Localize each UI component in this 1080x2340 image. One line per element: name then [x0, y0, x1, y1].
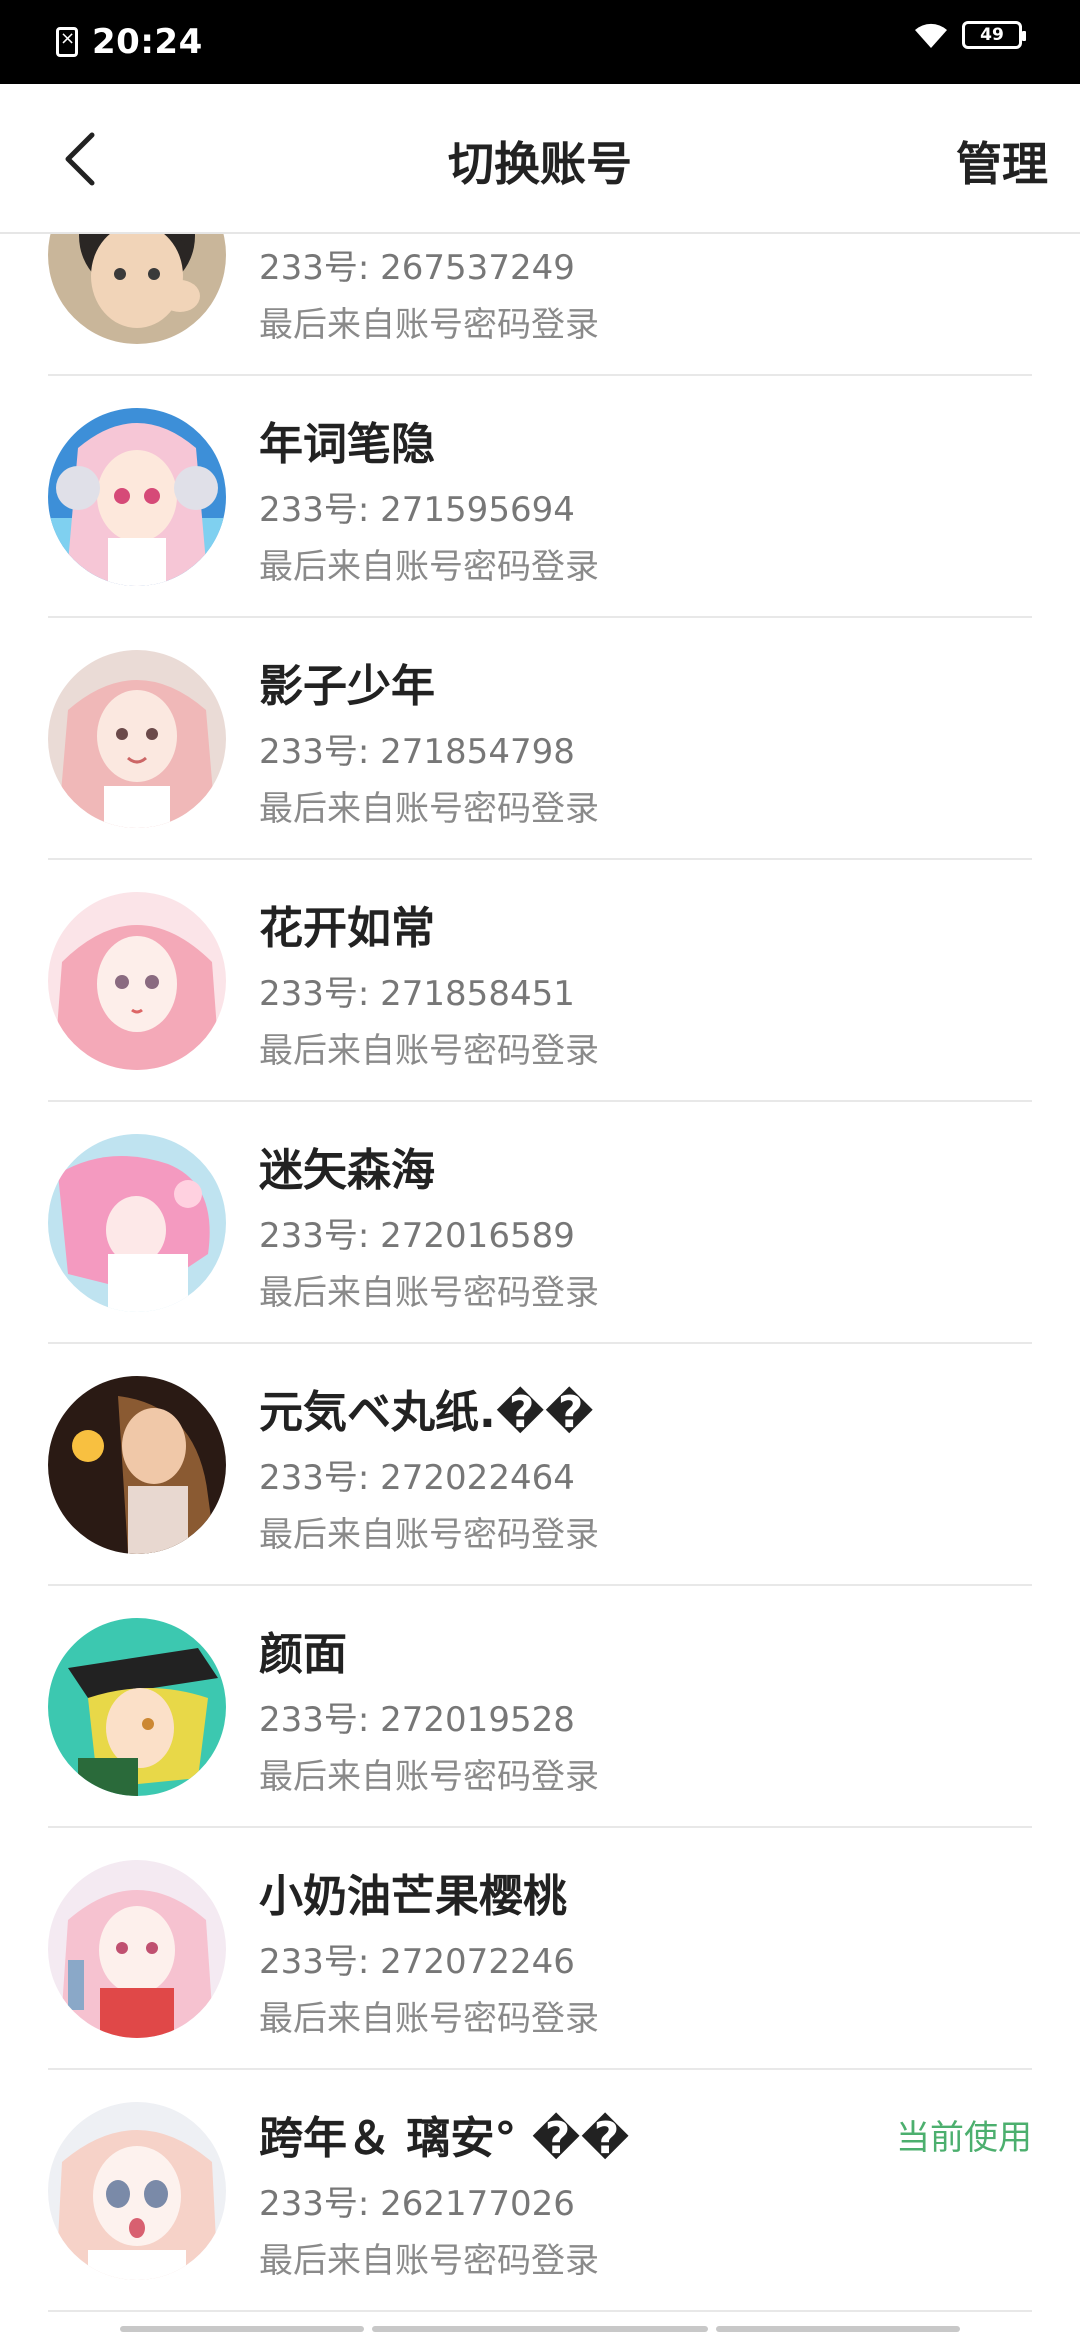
- account-row[interactable]: 颜面 233号: 272019528 最后来自账号密码登录: [48, 1586, 1032, 1828]
- login-method: 最后来自账号密码登录: [259, 1757, 599, 1797]
- account-row[interactable]: 元気ベ丸纸.�� 233号: 272022464 最后来自账号密码登录: [48, 1344, 1032, 1586]
- avatar: [48, 1860, 226, 2038]
- battery-icon: 49: [962, 21, 1026, 49]
- status-time: 20:24: [92, 22, 203, 62]
- account-uid: 233号: 271858451: [259, 974, 575, 1014]
- account-uid: 233号: 271595694: [259, 490, 575, 530]
- account-name: 小奶油芒果樱桃: [259, 1871, 567, 1922]
- avatar: [48, 1134, 226, 1312]
- status-bar: 20:24 49: [0, 0, 1080, 84]
- account-uid: 233号: 271854798: [259, 732, 575, 772]
- avatar: [48, 234, 226, 344]
- account-row[interactable]: 跨年＆ 璃安° �� 233号: 262177026 最后来自账号密码登录 当前…: [48, 2070, 1032, 2312]
- bottom-indicator-bars: [0, 2326, 1080, 2334]
- wifi-icon: [912, 20, 950, 50]
- login-method: 最后来自账号密码登录: [259, 789, 599, 829]
- avatar: [48, 650, 226, 828]
- manage-button[interactable]: 管理: [956, 128, 1048, 194]
- account-uid: 233号: 267537249: [259, 248, 575, 288]
- login-method: 最后来自账号密码登录: [259, 2241, 599, 2281]
- avatar: [48, 892, 226, 1070]
- account-name: 颜面: [259, 1629, 347, 1680]
- status-right: 49: [912, 20, 1026, 50]
- account-uid: 233号: 272016589: [259, 1216, 575, 1256]
- nav-bar: 切换账号 管理: [0, 84, 1080, 234]
- battery-level: 49: [980, 25, 1004, 45]
- login-method: 最后来自账号密码登录: [259, 1273, 599, 1313]
- account-row[interactable]: 花开如常 233号: 271858451 最后来自账号密码登录: [48, 860, 1032, 1102]
- current-account-badge: 当前使用: [896, 2118, 1032, 2158]
- account-row[interactable]: 233号: 267537249 最后来自账号密码登录: [48, 234, 1032, 376]
- login-method: 最后来自账号密码登录: [259, 1515, 599, 1555]
- indicator-bar: [120, 2326, 364, 2332]
- account-name: 年词笔隐: [259, 419, 435, 470]
- account-name: 花开如常: [259, 903, 435, 954]
- login-method: 最后来自账号密码登录: [259, 1031, 599, 1071]
- avatar: [48, 2102, 226, 2280]
- status-left: 20:24: [56, 18, 203, 66]
- account-uid: 233号: 272072246: [259, 1942, 575, 1982]
- sim-card-x-icon: [56, 27, 78, 57]
- account-name: 迷矢森海: [259, 1145, 435, 1196]
- account-name: 跨年＆ 璃安° ��: [259, 2113, 630, 2164]
- account-uid: 233号: 272019528: [259, 1700, 575, 1740]
- login-method: 最后来自账号密码登录: [259, 305, 599, 345]
- account-name: 影子少年: [259, 661, 435, 712]
- avatar: [48, 1618, 226, 1796]
- account-uid: 233号: 262177026: [259, 2184, 575, 2224]
- account-uid: 233号: 272022464: [259, 1458, 575, 1498]
- indicator-bar: [372, 2326, 708, 2332]
- avatar: [48, 1376, 226, 1554]
- account-row[interactable]: 小奶油芒果樱桃 233号: 272072246 最后来自账号密码登录: [48, 1828, 1032, 2070]
- account-row[interactable]: 年词笔隐 233号: 271595694 最后来自账号密码登录: [48, 376, 1032, 618]
- login-method: 最后来自账号密码登录: [259, 547, 599, 587]
- account-row[interactable]: 迷矢森海 233号: 272016589 最后来自账号密码登录: [48, 1102, 1032, 1344]
- avatar: [48, 408, 226, 586]
- account-row[interactable]: 影子少年 233号: 271854798 最后来自账号密码登录: [48, 618, 1032, 860]
- indicator-bar: [716, 2326, 960, 2332]
- page-title: 切换账号: [448, 137, 632, 191]
- login-method: 最后来自账号密码登录: [259, 1999, 599, 2039]
- account-list[interactable]: 233号: 267537249 最后来自账号密码登录 年词笔隐 233号: 27: [0, 234, 1080, 2320]
- account-list-content: 233号: 267537249 最后来自账号密码登录 年词笔隐 233号: 27: [0, 234, 1080, 2312]
- account-name: 元気ベ丸纸.��: [259, 1387, 594, 1438]
